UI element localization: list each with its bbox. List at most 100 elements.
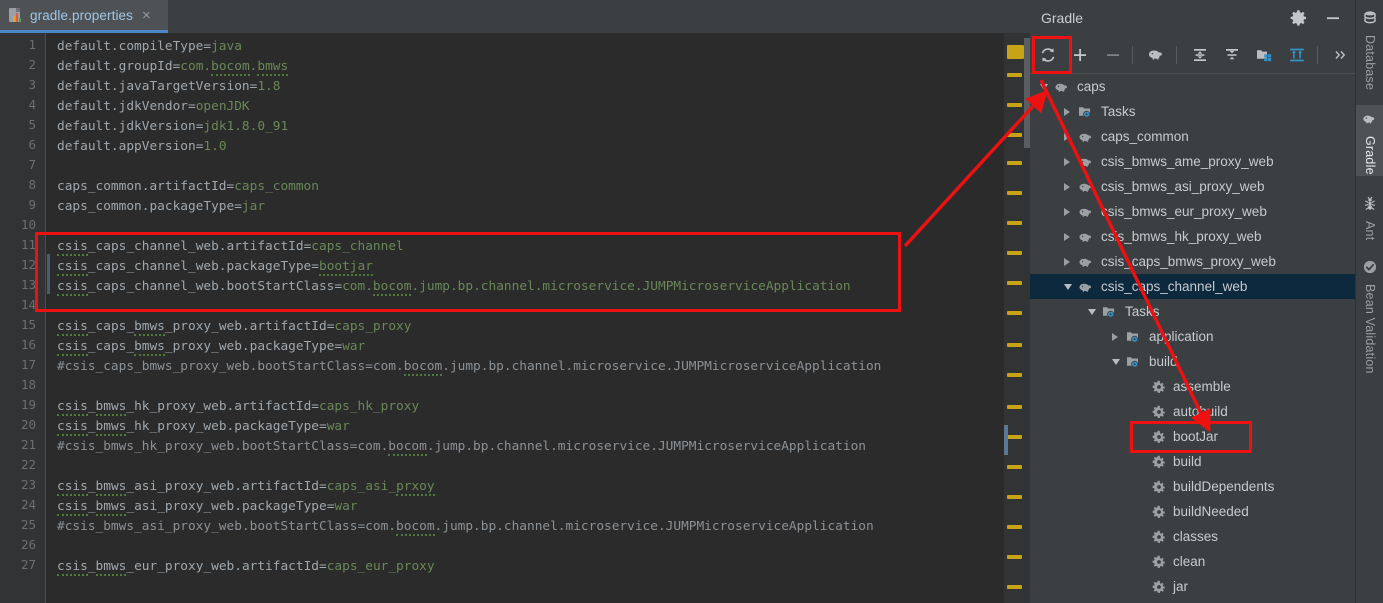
tool-tab-bean-validation[interactable]: Bean Validation xyxy=(1356,253,1383,393)
warning-stripe-marker[interactable] xyxy=(1007,221,1022,225)
warning-stripe-marker[interactable] xyxy=(1007,311,1022,315)
warning-stripe-marker[interactable] xyxy=(1007,251,1022,255)
tree-node-build[interactable]: build xyxy=(1030,349,1355,374)
warning-stripe-marker[interactable] xyxy=(1007,495,1022,499)
chevron-right-icon[interactable] xyxy=(1064,132,1078,141)
code-line[interactable]: caps_common.packageType=jar xyxy=(57,197,265,217)
expand-all-icon[interactable] xyxy=(1185,40,1214,70)
chevron-down-icon[interactable] xyxy=(1040,83,1054,90)
minimize-icon[interactable] xyxy=(1323,8,1343,28)
line-number: 6 xyxy=(28,137,36,152)
tree-node-csis-caps-bmws-proxy-web[interactable]: csis_caps_bmws_proxy_web xyxy=(1030,249,1355,274)
elephant-icon[interactable] xyxy=(1141,40,1170,70)
tree-node-caps-common[interactable]: caps_common xyxy=(1030,124,1355,149)
editor-error-stripe[interactable] xyxy=(1004,33,1030,603)
chevron-down-icon[interactable] xyxy=(1112,358,1126,365)
code-line[interactable]: default.jdkVersion=jdk1.8.0_91 xyxy=(57,117,288,137)
code-line[interactable]: caps_common.artifactId=caps_common xyxy=(57,177,319,197)
task-directories-icon[interactable] xyxy=(1250,40,1279,70)
collapse-all-icon[interactable] xyxy=(1217,40,1246,70)
warning-stripe-marker[interactable] xyxy=(1007,525,1022,529)
tool-tab-database[interactable]: Database xyxy=(1356,4,1383,91)
gradle-project-tree[interactable]: caps Tasks caps_common csis_bmws_ame_proxy_… xyxy=(1030,74,1355,603)
editor-gutter[interactable]: 1 2 3 4 5 6 7 8 9 10 11 12 13 14 15 16 17 18 19 20 21 22 23 24 2… xyxy=(0,33,46,603)
tab-gradle-properties[interactable]: gradle.properties × xyxy=(0,0,168,33)
tree-node-csis-bmws-asi-proxy-web[interactable]: csis_bmws_asi_proxy_web xyxy=(1030,174,1355,199)
code-line[interactable]: default.jdkVendor=openJDK xyxy=(57,97,250,117)
tree-node-clean[interactable]: clean xyxy=(1030,549,1355,574)
code-line[interactable]: #csis_bmws_hk_proxy_web.bootStartClass=c… xyxy=(57,437,866,457)
warning-stripe-marker[interactable] xyxy=(1007,343,1022,347)
minus-icon[interactable] xyxy=(1098,40,1127,70)
twisty-glyph xyxy=(1064,207,1070,216)
chevron-down-icon[interactable] xyxy=(1064,283,1078,290)
code-token: default.groupId xyxy=(57,59,173,74)
gear-icon[interactable] xyxy=(1289,8,1309,28)
tree-node-tasks[interactable]: Tasks xyxy=(1030,299,1355,324)
tree-node-label: buildDependents xyxy=(1173,479,1275,494)
tree-node-csis-bmws-hk-proxy-web[interactable]: csis_bmws_hk_proxy_web xyxy=(1030,224,1355,249)
chevron-right-icon[interactable] xyxy=(1064,107,1078,116)
code-token: java xyxy=(211,39,242,54)
chevron-right-icon[interactable] xyxy=(1064,157,1078,166)
gear-task-icon xyxy=(1150,529,1168,545)
chevron-right-icon[interactable] xyxy=(1064,232,1078,241)
warning-stripe-marker[interactable] xyxy=(1007,133,1022,137)
tree-node-application[interactable]: application xyxy=(1030,324,1355,349)
chevron-right-icon[interactable] xyxy=(1064,207,1078,216)
chevron-double-right-icon[interactable] xyxy=(1326,40,1355,70)
warning-stripe-marker[interactable] xyxy=(1007,191,1022,195)
chevron-down-icon[interactable] xyxy=(1088,308,1102,315)
tree-node-buildneeded[interactable]: buildNeeded xyxy=(1030,499,1355,524)
tool-tab-ant[interactable]: Ant xyxy=(1356,190,1383,241)
warning-stripe-marker[interactable] xyxy=(1007,555,1022,559)
tree-node-label: autobuild xyxy=(1173,404,1228,419)
code-line[interactable]: csis_bmws_hk_proxy_web.packageType=war xyxy=(57,417,350,437)
tasks-folder-icon xyxy=(1126,329,1144,345)
tree-node-csis-caps-channel-web[interactable]: csis_caps_channel_web xyxy=(1030,274,1355,299)
line-number: 22 xyxy=(20,457,36,472)
warning-stripe-marker[interactable] xyxy=(1007,103,1022,107)
code-line[interactable]: #csis_caps_bmws_proxy_web.bootStartClass… xyxy=(57,357,881,377)
code-line[interactable]: default.appVersion=1.0 xyxy=(57,137,227,157)
warning-stripe-marker[interactable] xyxy=(1007,373,1022,377)
code-line[interactable]: csis_bmws_asi_proxy_web.packageType=war xyxy=(57,497,358,517)
code-line[interactable]: default.compileType=java xyxy=(57,37,242,57)
chevron-right-icon[interactable] xyxy=(1112,332,1126,341)
right-tool-window-strip: Database Gradle Ant Bean Validation xyxy=(1355,0,1383,603)
warning-stripe-marker[interactable] xyxy=(1007,161,1022,165)
warning-stripe-marker[interactable] xyxy=(1007,435,1022,439)
code-line[interactable]: csis_bmws_asi_proxy_web.artifactId=caps_… xyxy=(57,477,435,497)
tree-node-csis-bmws-ame-proxy-web[interactable]: csis_bmws_ame_proxy_web xyxy=(1030,149,1355,174)
tree-node-jar[interactable]: jar xyxy=(1030,574,1355,599)
close-icon[interactable]: × xyxy=(142,8,151,23)
warning-stripe-marker[interactable] xyxy=(1007,45,1024,59)
tree-node-classes[interactable]: classes xyxy=(1030,524,1355,549)
code-token: default.jdkVendor xyxy=(57,99,188,114)
chevron-right-icon[interactable] xyxy=(1064,257,1078,266)
tree-node-tasks[interactable]: Tasks xyxy=(1030,99,1355,124)
editor-code-area[interactable]: default.compileType=java default.groupId=… xyxy=(47,33,1004,603)
code-line[interactable]: csis_caps_bmws_proxy_web.packageType=war xyxy=(57,337,365,357)
tree-node-label: csis_bmws_asi_proxy_web xyxy=(1101,179,1265,194)
warning-stripe-marker[interactable] xyxy=(1007,405,1022,409)
chevron-right-icon[interactable] xyxy=(1064,182,1078,191)
code-line[interactable]: csis_bmws_eur_proxy_web.artifactId=caps_… xyxy=(57,557,435,577)
toggle-offline-icon[interactable] xyxy=(1282,40,1311,70)
tree-node-assemble[interactable]: assemble xyxy=(1030,374,1355,399)
code-line[interactable]: csis_bmws_hk_proxy_web.artifactId=caps_h… xyxy=(57,397,419,417)
tree-node-caps[interactable]: caps xyxy=(1030,74,1355,99)
code-line[interactable]: default.groupId=com.bocom.bmws xyxy=(57,57,289,77)
tree-node-builddependents[interactable]: buildDependents xyxy=(1030,474,1355,499)
tree-node-label: application xyxy=(1149,329,1214,344)
warning-stripe-marker[interactable] xyxy=(1007,465,1022,469)
code-token: caps_hk_proxy xyxy=(319,399,420,414)
tree-node-csis-bmws-eur-proxy-web[interactable]: csis_bmws_eur_proxy_web xyxy=(1030,199,1355,224)
warning-stripe-marker[interactable] xyxy=(1007,281,1022,285)
code-line[interactable]: #csis_bmws_asi_proxy_web.bootStartClass=… xyxy=(57,517,874,537)
code-line[interactable]: default.javaTargetVersion=1.8 xyxy=(57,77,280,97)
code-line[interactable]: csis_caps_bmws_proxy_web.artifactId=caps… xyxy=(57,317,411,337)
warning-stripe-marker[interactable] xyxy=(1007,585,1022,589)
tool-tab-gradle[interactable]: Gradle xyxy=(1356,104,1383,177)
warning-stripe-marker[interactable] xyxy=(1007,73,1022,77)
